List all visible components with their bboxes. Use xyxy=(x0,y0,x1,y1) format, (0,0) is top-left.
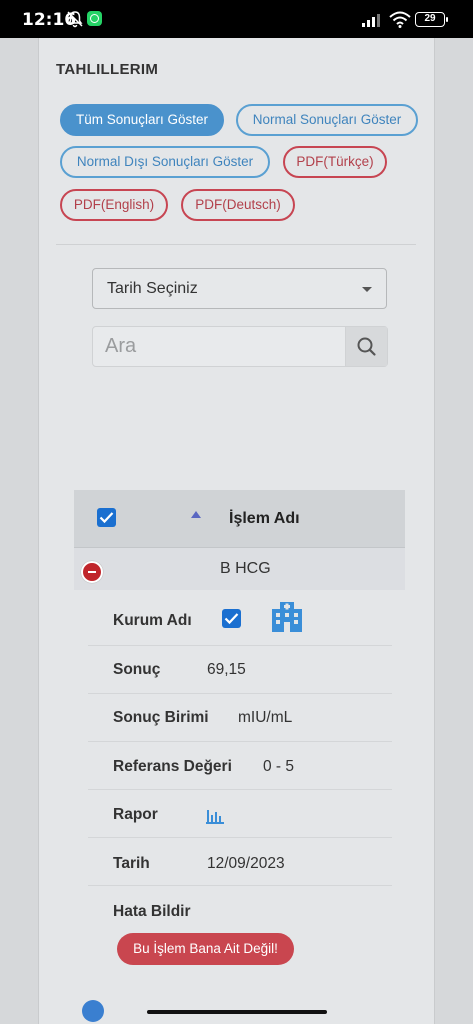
row-test-name: B HCG xyxy=(220,560,271,577)
unit-value: mIU/mL xyxy=(238,709,293,726)
reference-value: 0 - 5 xyxy=(263,758,295,775)
search-box xyxy=(92,326,388,367)
battery-icon: 29 xyxy=(415,12,448,27)
institution-label: Kurum Adı xyxy=(113,612,192,629)
select-all-checkbox[interactable] xyxy=(97,508,116,527)
notifications-muted-icon xyxy=(67,11,83,28)
expand-row-icon[interactable] xyxy=(82,1000,104,1022)
date-select[interactable]: Tarih Seçiniz xyxy=(92,268,387,309)
reference-label: Referans Değeri xyxy=(113,758,232,775)
pdf-german-button[interactable]: PDF(Deutsch) xyxy=(181,189,295,221)
check-icon xyxy=(224,613,239,625)
filter-normal-button[interactable]: Normal Sonuçları Göster xyxy=(236,104,418,136)
bar-chart-icon[interactable] xyxy=(206,808,224,824)
filter-abnormal-button[interactable]: Normal Dışı Sonuçları Göster xyxy=(60,146,270,178)
date-label: Tarih xyxy=(113,855,150,872)
sort-ascending-icon[interactable] xyxy=(191,511,201,518)
chevron-down-icon xyxy=(362,287,372,292)
search-button[interactable] xyxy=(345,327,387,366)
institution-checkbox[interactable] xyxy=(222,609,241,628)
pdf-english-button[interactable]: PDF(English) xyxy=(60,189,168,221)
report-label: Rapor xyxy=(113,806,158,823)
report-error-label: Hata Bildir xyxy=(113,903,191,920)
result-label: Sonuç xyxy=(113,661,161,678)
hospital-icon[interactable] xyxy=(270,600,304,633)
page-title: TAHLILLERIM xyxy=(56,61,159,78)
date-select-value: Tarih Seçiniz xyxy=(107,280,198,297)
collapse-row-icon[interactable] xyxy=(81,561,103,583)
home-indicator[interactable] xyxy=(147,1010,327,1014)
check-icon xyxy=(99,512,114,524)
status-bar: 12:16 29 xyxy=(0,0,473,38)
date-value: 12/09/2023 xyxy=(207,855,285,872)
filter-all-button[interactable]: Tüm Sonuçları Göster xyxy=(60,104,224,136)
result-value: 69,15 xyxy=(207,661,246,678)
signal-icon xyxy=(362,14,380,27)
search-input[interactable] xyxy=(93,327,346,366)
not-mine-button[interactable]: Bu İşlem Bana Ait Değil! xyxy=(117,933,294,965)
wifi-icon xyxy=(389,11,411,28)
column-header-islem-adi[interactable]: İşlem Adı xyxy=(229,510,300,528)
divider xyxy=(56,244,416,245)
unit-label: Sonuç Birimi xyxy=(113,709,209,726)
whatsapp-icon xyxy=(87,11,102,26)
pdf-turkish-button[interactable]: PDF(Türkçe) xyxy=(283,146,387,178)
search-icon xyxy=(357,337,376,356)
